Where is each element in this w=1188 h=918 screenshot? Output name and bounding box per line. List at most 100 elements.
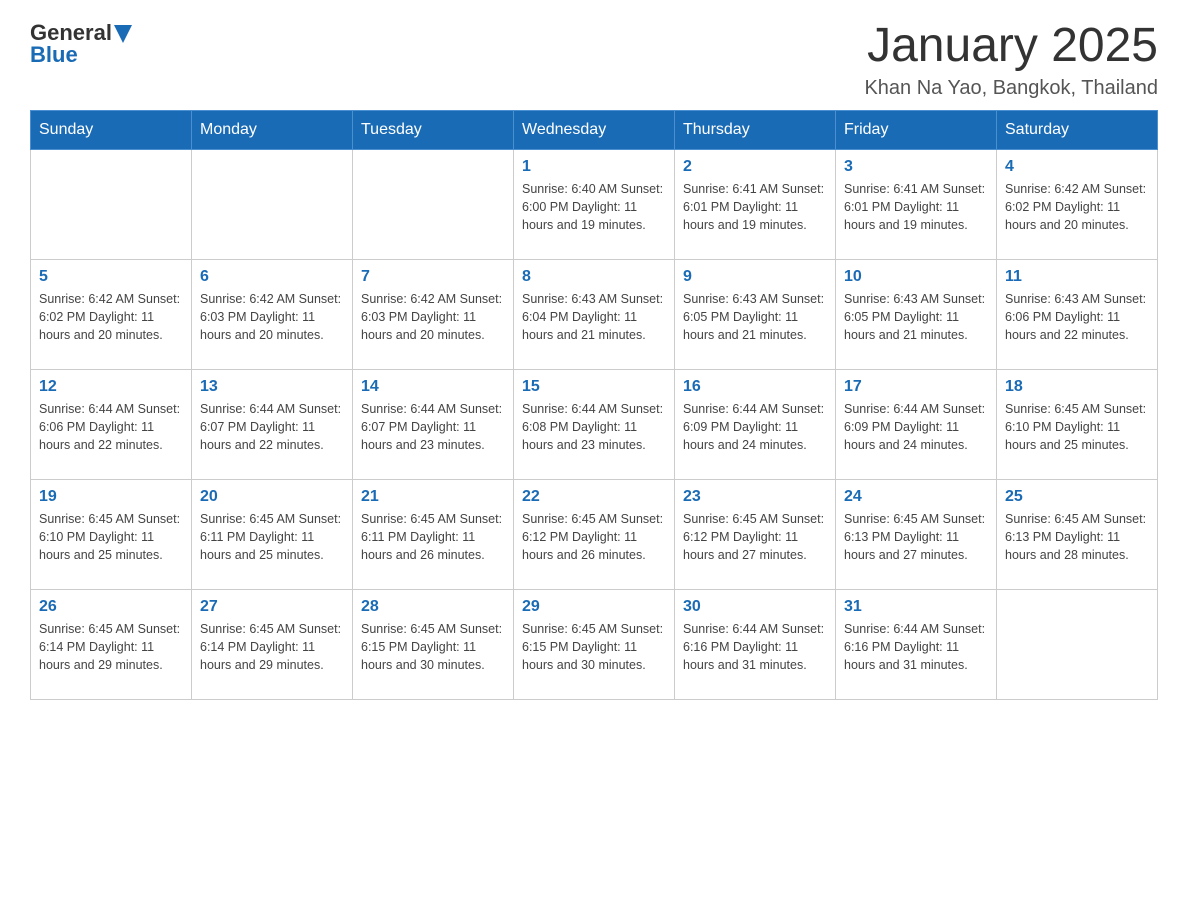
calendar-cell: 29 Sunrise: 6:45 AM Sunset: 6:15 PM Dayli… <box>514 589 675 699</box>
day-info: Sunrise: 6:42 AM Sunset: 6:03 PM Dayligh… <box>361 290 505 344</box>
day-number: 27 <box>200 598 344 616</box>
calendar-cell: 28 Sunrise: 6:45 AM Sunset: 6:15 PM Dayli… <box>353 589 514 699</box>
logo-text-blue: Blue <box>30 42 78 68</box>
day-info: Sunrise: 6:44 AM Sunset: 6:06 PM Dayligh… <box>39 400 183 454</box>
calendar-cell <box>192 149 353 259</box>
day-info: Sunrise: 6:43 AM Sunset: 6:04 PM Dayligh… <box>522 290 666 344</box>
day-number: 28 <box>361 598 505 616</box>
day-number: 9 <box>683 268 827 286</box>
day-header-saturday: Saturday <box>997 110 1158 149</box>
day-info: Sunrise: 6:45 AM Sunset: 6:13 PM Dayligh… <box>1005 510 1149 564</box>
day-info: Sunrise: 6:45 AM Sunset: 6:15 PM Dayligh… <box>522 620 666 674</box>
day-info: Sunrise: 6:42 AM Sunset: 6:03 PM Dayligh… <box>200 290 344 344</box>
day-number: 31 <box>844 598 988 616</box>
day-number: 22 <box>522 488 666 506</box>
calendar-body: 1 Sunrise: 6:40 AM Sunset: 6:00 PM Daylig… <box>31 149 1158 699</box>
day-info: Sunrise: 6:44 AM Sunset: 6:07 PM Dayligh… <box>200 400 344 454</box>
day-number: 15 <box>522 378 666 396</box>
day-info: Sunrise: 6:45 AM Sunset: 6:14 PM Dayligh… <box>39 620 183 674</box>
day-info: Sunrise: 6:41 AM Sunset: 6:01 PM Dayligh… <box>844 180 988 234</box>
day-number: 30 <box>683 598 827 616</box>
day-header-tuesday: Tuesday <box>353 110 514 149</box>
title-area: January 2025 Khan Na Yao, Bangkok, Thail… <box>864 20 1158 100</box>
day-number: 21 <box>361 488 505 506</box>
calendar-cell: 24Sunrise: 6:45 AM Sunset: 6:13 PM Dayli… <box>836 479 997 589</box>
calendar-cell: 18 Sunrise: 6:45 AM Sunset: 6:10 PM Dayli… <box>997 369 1158 479</box>
day-header-friday: Friday <box>836 110 997 149</box>
day-info: Sunrise: 6:44 AM Sunset: 6:09 PM Dayligh… <box>844 400 988 454</box>
day-number: 12 <box>39 378 183 396</box>
calendar-cell: 10 Sunrise: 6:43 AM Sunset: 6:05 PM Dayli… <box>836 259 997 369</box>
day-header-thursday: Thursday <box>675 110 836 149</box>
day-number: 20 <box>200 488 344 506</box>
calendar-cell: 11Sunrise: 6:43 AM Sunset: 6:06 PM Dayli… <box>997 259 1158 369</box>
page-header: General Blue January 2025 Khan Na Yao, B… <box>30 20 1158 100</box>
calendar-cell: 15 Sunrise: 6:44 AM Sunset: 6:08 PM Dayli… <box>514 369 675 479</box>
calendar-cell: 17 Sunrise: 6:44 AM Sunset: 6:09 PM Dayli… <box>836 369 997 479</box>
day-number: 14 <box>361 378 505 396</box>
day-number: 23 <box>683 488 827 506</box>
day-number: 18 <box>1005 378 1149 396</box>
day-info: Sunrise: 6:43 AM Sunset: 6:05 PM Dayligh… <box>683 290 827 344</box>
day-header-sunday: Sunday <box>31 110 192 149</box>
day-info: Sunrise: 6:45 AM Sunset: 6:11 PM Dayligh… <box>200 510 344 564</box>
day-number: 5 <box>39 268 183 286</box>
calendar-cell: 7 Sunrise: 6:42 AM Sunset: 6:03 PM Daylig… <box>353 259 514 369</box>
day-info: Sunrise: 6:44 AM Sunset: 6:16 PM Dayligh… <box>844 620 988 674</box>
day-number: 6 <box>200 268 344 286</box>
calendar-week-5: 26 Sunrise: 6:45 AM Sunset: 6:14 PM Dayli… <box>31 589 1158 699</box>
day-number: 19 <box>39 488 183 506</box>
day-info: Sunrise: 6:43 AM Sunset: 6:05 PM Dayligh… <box>844 290 988 344</box>
day-info: Sunrise: 6:45 AM Sunset: 6:12 PM Dayligh… <box>683 510 827 564</box>
day-number: 7 <box>361 268 505 286</box>
day-number: 26 <box>39 598 183 616</box>
calendar-week-1: 1 Sunrise: 6:40 AM Sunset: 6:00 PM Daylig… <box>31 149 1158 259</box>
day-info: Sunrise: 6:44 AM Sunset: 6:08 PM Dayligh… <box>522 400 666 454</box>
calendar-cell: 9 Sunrise: 6:43 AM Sunset: 6:05 PM Daylig… <box>675 259 836 369</box>
day-info: Sunrise: 6:42 AM Sunset: 6:02 PM Dayligh… <box>39 290 183 344</box>
day-info: Sunrise: 6:45 AM Sunset: 6:15 PM Dayligh… <box>361 620 505 674</box>
calendar-cell: 16Sunrise: 6:44 AM Sunset: 6:09 PM Dayli… <box>675 369 836 479</box>
day-number: 8 <box>522 268 666 286</box>
calendar-cell: 26 Sunrise: 6:45 AM Sunset: 6:14 PM Dayli… <box>31 589 192 699</box>
calendar-cell <box>353 149 514 259</box>
day-info: Sunrise: 6:44 AM Sunset: 6:16 PM Dayligh… <box>683 620 827 674</box>
logo: General Blue <box>30 20 132 68</box>
calendar-header: SundayMondayTuesdayWednesdayThursdayFrid… <box>31 110 1158 149</box>
day-info: Sunrise: 6:45 AM Sunset: 6:10 PM Dayligh… <box>39 510 183 564</box>
month-title: January 2025 <box>864 20 1158 73</box>
calendar-cell: 22Sunrise: 6:45 AM Sunset: 6:12 PM Dayli… <box>514 479 675 589</box>
calendar-cell: 21 Sunrise: 6:45 AM Sunset: 6:11 PM Dayli… <box>353 479 514 589</box>
calendar-week-4: 19 Sunrise: 6:45 AM Sunset: 6:10 PM Dayli… <box>31 479 1158 589</box>
day-number: 3 <box>844 158 988 176</box>
day-info: Sunrise: 6:45 AM Sunset: 6:10 PM Dayligh… <box>1005 400 1149 454</box>
calendar-week-3: 12 Sunrise: 6:44 AM Sunset: 6:06 PM Dayli… <box>31 369 1158 479</box>
calendar-cell: 19 Sunrise: 6:45 AM Sunset: 6:10 PM Dayli… <box>31 479 192 589</box>
day-info: Sunrise: 6:43 AM Sunset: 6:06 PM Dayligh… <box>1005 290 1149 344</box>
calendar-cell: 6 Sunrise: 6:42 AM Sunset: 6:03 PM Daylig… <box>192 259 353 369</box>
calendar-cell: 8 Sunrise: 6:43 AM Sunset: 6:04 PM Daylig… <box>514 259 675 369</box>
calendar-week-2: 5 Sunrise: 6:42 AM Sunset: 6:02 PM Daylig… <box>31 259 1158 369</box>
day-number: 4 <box>1005 158 1149 176</box>
day-header-wednesday: Wednesday <box>514 110 675 149</box>
day-info: Sunrise: 6:40 AM Sunset: 6:00 PM Dayligh… <box>522 180 666 234</box>
calendar-cell: 31 Sunrise: 6:44 AM Sunset: 6:16 PM Dayli… <box>836 589 997 699</box>
day-number: 17 <box>844 378 988 396</box>
day-number: 29 <box>522 598 666 616</box>
day-info: Sunrise: 6:45 AM Sunset: 6:11 PM Dayligh… <box>361 510 505 564</box>
calendar-cell: 13 Sunrise: 6:44 AM Sunset: 6:07 PM Dayli… <box>192 369 353 479</box>
calendar-cell: 4 Sunrise: 6:42 AM Sunset: 6:02 PM Daylig… <box>997 149 1158 259</box>
day-info: Sunrise: 6:41 AM Sunset: 6:01 PM Dayligh… <box>683 180 827 234</box>
calendar-cell <box>31 149 192 259</box>
day-info: Sunrise: 6:42 AM Sunset: 6:02 PM Dayligh… <box>1005 180 1149 234</box>
day-info: Sunrise: 6:45 AM Sunset: 6:13 PM Dayligh… <box>844 510 988 564</box>
day-number: 1 <box>522 158 666 176</box>
calendar-cell: 1 Sunrise: 6:40 AM Sunset: 6:00 PM Daylig… <box>514 149 675 259</box>
day-number: 10 <box>844 268 988 286</box>
calendar-cell: 20 Sunrise: 6:45 AM Sunset: 6:11 PM Dayli… <box>192 479 353 589</box>
days-of-week-row: SundayMondayTuesdayWednesdayThursdayFrid… <box>31 110 1158 149</box>
day-number: 13 <box>200 378 344 396</box>
calendar-cell: 30 Sunrise: 6:44 AM Sunset: 6:16 PM Dayli… <box>675 589 836 699</box>
calendar-table: SundayMondayTuesdayWednesdayThursdayFrid… <box>30 110 1158 700</box>
day-number: 16 <box>683 378 827 396</box>
